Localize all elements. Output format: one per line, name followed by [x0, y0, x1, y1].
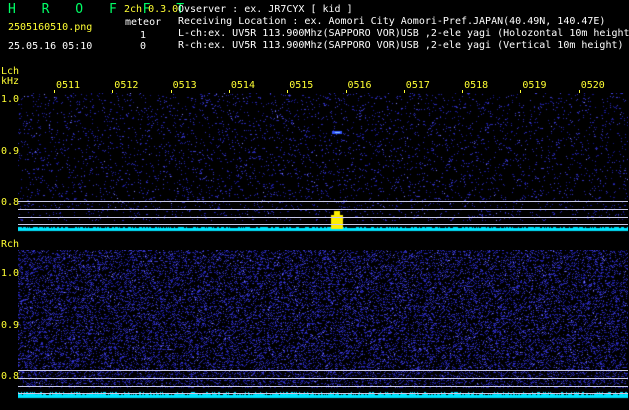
- lch-ref-line: [18, 217, 628, 218]
- lch-info: L-ch:ex. UV5R 113.900Mhz(SAPPORO VOR)USB…: [178, 28, 629, 39]
- time-tick-label: 0517: [405, 80, 430, 91]
- time-tick-label: 0516: [347, 80, 372, 91]
- time-tick-label: 0515: [289, 80, 314, 91]
- khz-axis-label: kHz: [1, 76, 20, 87]
- location-info: Receiving Location : ex. Aomori City Aom…: [178, 16, 606, 27]
- observer-info: Ovserver : ex. JR7CYX [ kid ]: [178, 4, 353, 15]
- lch-ref-line: [18, 224, 628, 225]
- version-label: 2ch 0.3.0: [124, 4, 179, 15]
- lch-spectrogram: [18, 93, 628, 233]
- lch-freq-tick-0-9: 0.9: [1, 146, 20, 157]
- lch-spectrogram-canvas: [18, 93, 628, 233]
- time-tick-label: 0519: [522, 80, 547, 91]
- rch-axis-label: Rch: [1, 239, 20, 250]
- time-tick-label: 0512: [114, 80, 139, 91]
- rch-meteor-count: 0: [140, 41, 147, 52]
- rch-ref-line: [18, 386, 628, 387]
- lch-freq-tick-1-0: 1.0: [1, 94, 20, 105]
- rch-ref-line: [18, 370, 628, 371]
- lch-meteor-count: 1: [140, 30, 147, 41]
- time-tick-label: 0518: [464, 80, 489, 91]
- time-tick-label: 0511: [56, 80, 81, 91]
- lch-ref-line: [18, 209, 628, 210]
- meteor-count-label: meteor: [125, 17, 162, 28]
- lch-freq-tick-0-8: 0.8: [1, 197, 20, 208]
- timestamp: 25.05.16 05:10: [8, 41, 93, 52]
- filename-label: 2505160510.png: [8, 22, 93, 33]
- time-tick-label: 0520: [580, 80, 605, 91]
- rch-freq-tick-0-8: 0.8: [1, 371, 20, 382]
- rch-freq-tick-1-0: 1.0: [1, 268, 20, 279]
- rch-ref-line: [18, 378, 628, 379]
- time-tick-label: 0514: [230, 80, 255, 91]
- rch-info: R-ch:ex. UV5R 113.900Mhz(SAPPORO VOR)USB…: [178, 40, 624, 51]
- rch-freq-tick-0-9: 0.9: [1, 320, 20, 331]
- rch-ref-line: [18, 393, 628, 394]
- time-tick-label: 0513: [172, 80, 197, 91]
- lch-ref-line: [18, 201, 628, 202]
